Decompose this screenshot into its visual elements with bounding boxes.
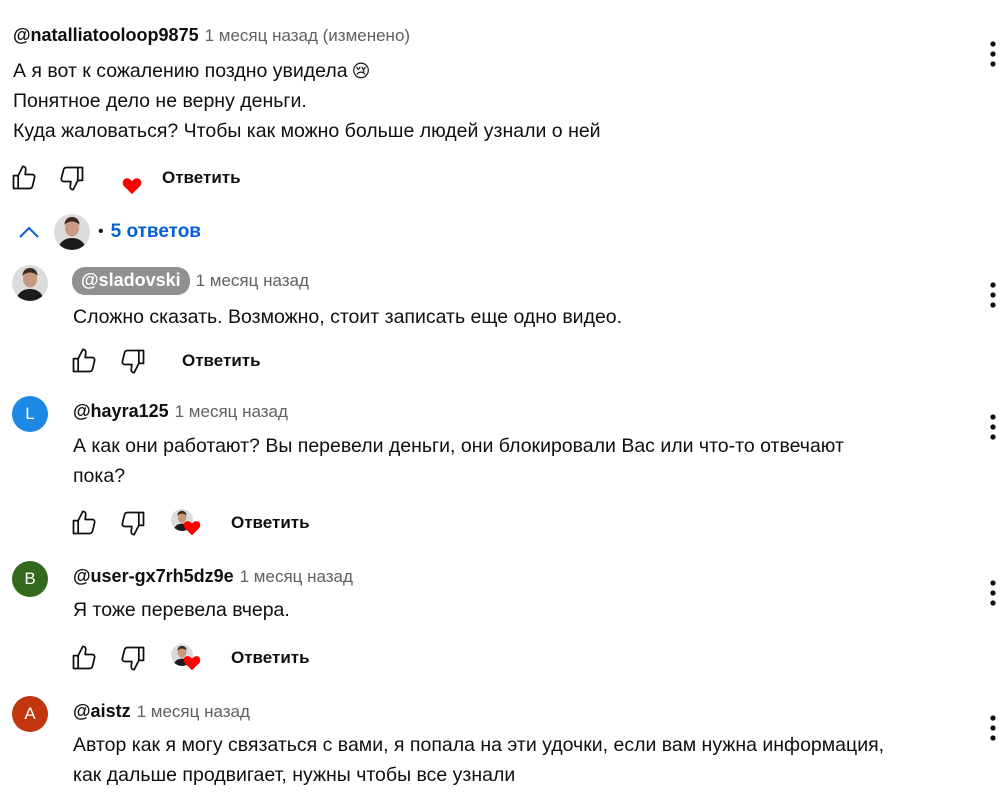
dislike-button[interactable] bbox=[115, 505, 151, 541]
avatar-letter: L bbox=[25, 404, 35, 423]
dislike-button[interactable] bbox=[115, 640, 151, 676]
more-actions-button[interactable] bbox=[983, 37, 1003, 71]
reply-line: А как они работают? Вы перевели деньги, … bbox=[73, 435, 844, 457]
more-actions-button[interactable] bbox=[983, 576, 1003, 610]
comment-author[interactable]: @natalliatooloop9875 bbox=[13, 25, 199, 46]
avatar-letter: B bbox=[24, 569, 36, 588]
avatar-letter: A bbox=[24, 704, 36, 723]
comment-text: А я вот к сожалению поздно увидела 😢 Поня… bbox=[13, 56, 601, 146]
reply-timestamp[interactable]: 1 месяц назад bbox=[240, 567, 353, 587]
reply-button[interactable]: Ответить bbox=[176, 351, 267, 371]
reply-line: пока? bbox=[73, 465, 126, 487]
thumbs-up-icon bbox=[72, 510, 96, 535]
thumbs-down-icon bbox=[121, 646, 145, 671]
reply-timestamp[interactable]: 1 месяц назад bbox=[175, 402, 288, 422]
reply-actions: Ответить bbox=[66, 343, 267, 379]
comment-timestamp[interactable]: 1 месяц назад (изменено) bbox=[205, 26, 410, 46]
reply-text: Автор как я могу связаться с вами, я поп… bbox=[73, 730, 884, 790]
thumbs-down-icon bbox=[121, 511, 145, 536]
dislike-button[interactable] bbox=[54, 160, 90, 196]
heart-icon bbox=[122, 178, 142, 195]
reply-text: Я тоже перевела вчера. bbox=[73, 595, 290, 625]
more-actions-button[interactable] bbox=[983, 278, 1003, 312]
reply-author[interactable]: @aistz bbox=[73, 701, 131, 722]
person-avatar-icon bbox=[54, 214, 90, 250]
crying-emoji-icon: 😢 bbox=[351, 61, 371, 81]
reply-button[interactable]: Ответить bbox=[225, 513, 316, 533]
reply-timestamp[interactable]: 1 месяц назад bbox=[196, 271, 309, 291]
reply-author[interactable]: @hayra125 bbox=[73, 401, 169, 422]
heart-icon bbox=[183, 656, 201, 671]
like-button[interactable] bbox=[66, 343, 102, 379]
reply-actions: Ответить bbox=[66, 640, 316, 676]
chevron-up-icon bbox=[19, 226, 39, 238]
thumbs-up-icon bbox=[12, 165, 36, 190]
kebab-icon bbox=[990, 414, 996, 440]
reply-avatar[interactable]: L bbox=[12, 396, 48, 432]
kebab-icon bbox=[990, 41, 996, 67]
reply-header: @hayra125 1 месяц назад bbox=[73, 401, 288, 422]
reply-button[interactable]: Ответить bbox=[225, 648, 316, 668]
reply-button[interactable]: Ответить bbox=[156, 168, 247, 188]
creator-heart bbox=[114, 168, 150, 204]
more-actions-button[interactable] bbox=[983, 410, 1003, 444]
reply-avatar[interactable]: B bbox=[12, 561, 48, 597]
thumbs-down-icon bbox=[60, 166, 84, 191]
comment-line: Куда жаловаться? Чтобы как можно больше … bbox=[13, 120, 601, 142]
comment-line: Понятное дело не верну деньги. bbox=[13, 90, 307, 112]
reply-line: Сложно сказать. Возможно, стоит записать… bbox=[73, 306, 623, 328]
heart-icon bbox=[183, 521, 201, 536]
replies-count-label[interactable]: 5 ответов bbox=[111, 221, 201, 243]
creator-author-chip[interactable]: @sladovski bbox=[72, 267, 190, 295]
reply-header: @sladovski 1 месяц назад bbox=[72, 267, 309, 295]
replies-toggle[interactable]: • 5 ответов bbox=[16, 214, 201, 250]
reply-text: А как они работают? Вы перевели деньги, … bbox=[73, 431, 844, 491]
kebab-icon bbox=[990, 282, 996, 308]
reply-header: @user-gx7rh5dz9e 1 месяц назад bbox=[73, 566, 353, 587]
reply-timestamp[interactable]: 1 месяц назад bbox=[137, 702, 250, 722]
comment-header: @natalliatooloop9875 1 месяц назад (изме… bbox=[13, 25, 410, 46]
reply-line: Я тоже перевела вчера. bbox=[73, 599, 290, 621]
comment-actions: Ответить bbox=[6, 160, 247, 196]
reply-line: Автор как я могу связаться с вами, я поп… bbox=[73, 734, 885, 756]
reply-header: @aistz 1 месяц назад bbox=[73, 701, 250, 722]
reply-author-avatar bbox=[54, 214, 90, 250]
reply-line: как дальше продвигает, нужны чтобы все у… bbox=[73, 764, 516, 786]
thumbs-up-icon bbox=[72, 645, 96, 670]
reply-actions: Ответить bbox=[66, 505, 316, 541]
kebab-icon bbox=[990, 580, 996, 606]
separator-dot: • bbox=[98, 223, 104, 240]
reply-avatar[interactable] bbox=[12, 265, 48, 301]
person-avatar-icon bbox=[12, 265, 48, 301]
more-actions-button[interactable] bbox=[983, 711, 1003, 745]
reply-author[interactable]: @user-gx7rh5dz9e bbox=[73, 566, 234, 587]
creator-heart bbox=[171, 509, 201, 537]
like-button[interactable] bbox=[6, 160, 42, 196]
thumbs-down-icon bbox=[121, 349, 145, 374]
comment-line: А я вот к сожалению поздно увидела bbox=[13, 60, 348, 82]
thumbs-up-icon bbox=[72, 348, 96, 373]
reply-avatar[interactable]: A bbox=[12, 696, 48, 732]
like-button[interactable] bbox=[66, 505, 102, 541]
reply-text: Сложно сказать. Возможно, стоит записать… bbox=[73, 302, 622, 332]
kebab-icon bbox=[990, 715, 996, 741]
creator-heart bbox=[171, 644, 201, 672]
like-button[interactable] bbox=[66, 640, 102, 676]
dislike-button[interactable] bbox=[115, 343, 151, 379]
